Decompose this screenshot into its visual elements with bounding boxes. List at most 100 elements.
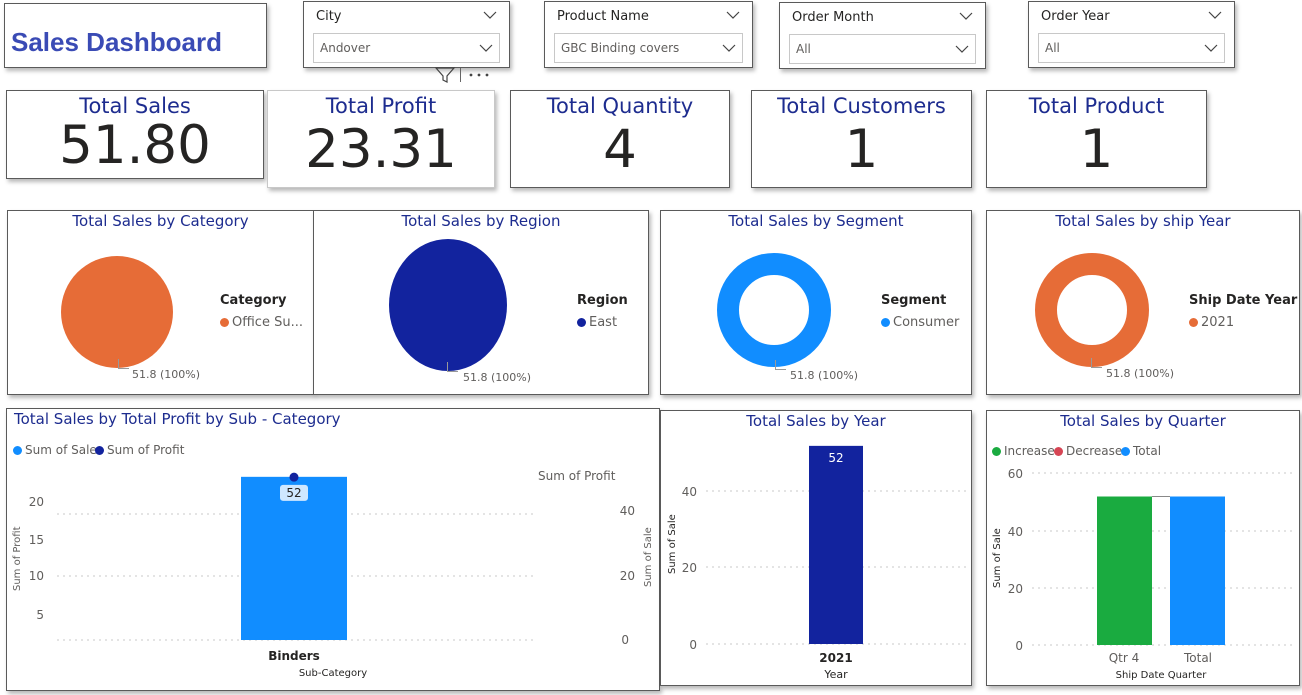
bar-chart-year[interactable]: Total Sales by Year Sum of Sale 40 20 0 … [660,410,972,686]
quarter-bars [1097,496,1225,645]
legend-title: Segment [881,293,947,308]
marker-sum-of-profit[interactable] [289,472,299,482]
legend-dot [1189,318,1198,327]
pie-plot [389,239,507,371]
bar-increase-qtr4[interactable] [1097,496,1152,645]
x-axis-title: Ship Date Quarter [1116,670,1208,681]
card-total-product[interactable]: Total Product 1 [986,90,1207,188]
legend-item[interactable]: 2021 [1189,315,1234,330]
slicer-value: Andover [320,41,371,55]
slicer-order-month[interactable]: Order Month All [779,2,986,69]
donut-plot [1035,253,1149,367]
chevron-down-icon [479,44,493,52]
chevron-up-icon[interactable] [726,8,740,22]
y-axis-tick-right: 40 [620,504,635,518]
y-axis-tick-right: 0 [621,633,629,647]
y-axis-title: Sum of Sale [667,514,678,574]
pie-chart-category[interactable]: Total Sales by Category Category Office … [7,210,314,395]
card-total-quantity[interactable]: Total Quantity 4 [510,90,730,188]
card-title: Total Quantity [546,94,694,118]
legend-item[interactable]: Office Su... [220,315,303,330]
donut-chart-ship-year[interactable]: Total Sales by ship Year Ship Date Year … [986,210,1300,395]
slicer-city[interactable]: City Andover [303,1,510,68]
pie-slice[interactable] [389,239,507,371]
more-options-icon[interactable] [467,66,491,84]
data-label: 52 [286,486,301,500]
x-tick-label: 2021 [819,651,852,665]
data-label: 51.8 (100%) [790,369,859,382]
card-total-profit[interactable]: Total Profit 23.31 [267,90,495,188]
bar-total[interactable] [1170,496,1225,645]
year-bars: 52 [809,445,863,644]
data-label: 51.8 (100%) [132,368,201,381]
donut-chart-segment[interactable]: Total Sales by Segment Segment Consumer … [660,210,972,395]
pie-slice[interactable] [61,256,173,368]
legend-title: Ship Date Year [1189,293,1298,308]
donut-ring[interactable] [717,253,831,367]
data-label: 51.8 (100%) [1106,367,1175,380]
slicer-order-year[interactable]: Order Year All [1028,1,1235,68]
combo-chart-sub-category[interactable]: Total Sales by Total Profit by Sub - Cat… [6,408,660,691]
x-tick-label: Qtr 4 [1109,651,1140,665]
combo-bars: 52 [241,472,347,640]
slicer-dropdown[interactable]: GBC Binding covers [554,33,743,63]
legend-dot [220,318,229,327]
slicer-dropdown[interactable]: Andover [313,33,500,63]
pie-chart-region[interactable]: Total Sales by Region Region East 51.8 (… [313,210,649,395]
filter-icon[interactable] [434,66,456,84]
slicer-label: Product Name [557,9,649,24]
dashboard-title-box: Sales Dashboard [4,3,267,68]
y-axis-tick-left: 5 [36,608,44,622]
card-title: Total Profit [325,94,437,118]
legend-item[interactable]: Consumer [881,315,959,330]
chevron-down-icon [955,45,969,53]
card-value: 23.31 [305,119,457,180]
slicer-product-name[interactable]: Product Name GBC Binding covers [544,1,753,68]
card-total-sales[interactable]: Total Sales 51.80 [6,90,264,179]
legend-item-label: 2021 [1201,315,1235,330]
y-axis-tick-left: 20 [29,495,44,509]
combo-plot: Sum of Profit 20 15 10 5 Sum of Profit 4… [12,469,654,679]
gridlines [1032,472,1295,646]
slicer-dropdown[interactable]: All [789,34,976,64]
waterfall-chart-quarter[interactable]: Total Sales by Quarter Increase Decrease… [986,410,1300,686]
legend-item-label: Office Su... [232,315,303,330]
y-axis-title-right: Sum of Sale [643,527,654,587]
y-axis-tick-left: 15 [29,533,44,547]
bar-sum-of-sale[interactable] [241,476,347,640]
slicer-label: Order Year [1041,9,1110,24]
chevron-up-icon[interactable] [483,8,497,22]
label-leader-line [1091,358,1102,368]
card-value: 51.80 [59,115,211,176]
y-axis-tick-right: 20 [620,569,635,583]
label-leader-line [118,359,129,369]
slicer-value: All [796,42,811,56]
year-plot: Sum of Sale 40 20 0 52 2021 Year [667,445,966,681]
chevron-up-icon[interactable] [1208,8,1222,22]
slicer-label: City [316,9,342,24]
chevron-down-icon [1204,44,1218,52]
legend-item[interactable]: East [577,315,617,330]
card-total-customers[interactable]: Total Customers 1 [751,90,972,188]
pie-plot [61,256,173,368]
data-label: 52 [828,451,843,465]
x-tick-label: Total [1183,651,1212,665]
bar-2021[interactable] [809,445,863,644]
legend-title: Region [577,293,628,308]
chevron-down-icon [722,44,736,52]
x-tick-label: Binders [268,649,320,663]
slicer-value: GBC Binding covers [561,41,680,55]
slicer-value: All [1045,41,1060,55]
chart-title: Total Sales by Category [72,212,249,230]
legend-item-label: East [589,315,618,330]
y-axis-tick: 20 [1008,582,1023,596]
donut-ring[interactable] [1035,253,1149,367]
donut-plot [717,253,831,367]
y-axis-tick: 0 [689,638,697,652]
chevron-up-icon[interactable] [959,9,973,23]
slicer-dropdown[interactable]: All [1038,33,1225,63]
y-axis-tick: 40 [1008,525,1023,539]
y-axis-title-left: Sum of Profit [12,526,23,591]
data-label: 51.8 (100%) [463,371,532,384]
label-leader-line [447,362,458,372]
